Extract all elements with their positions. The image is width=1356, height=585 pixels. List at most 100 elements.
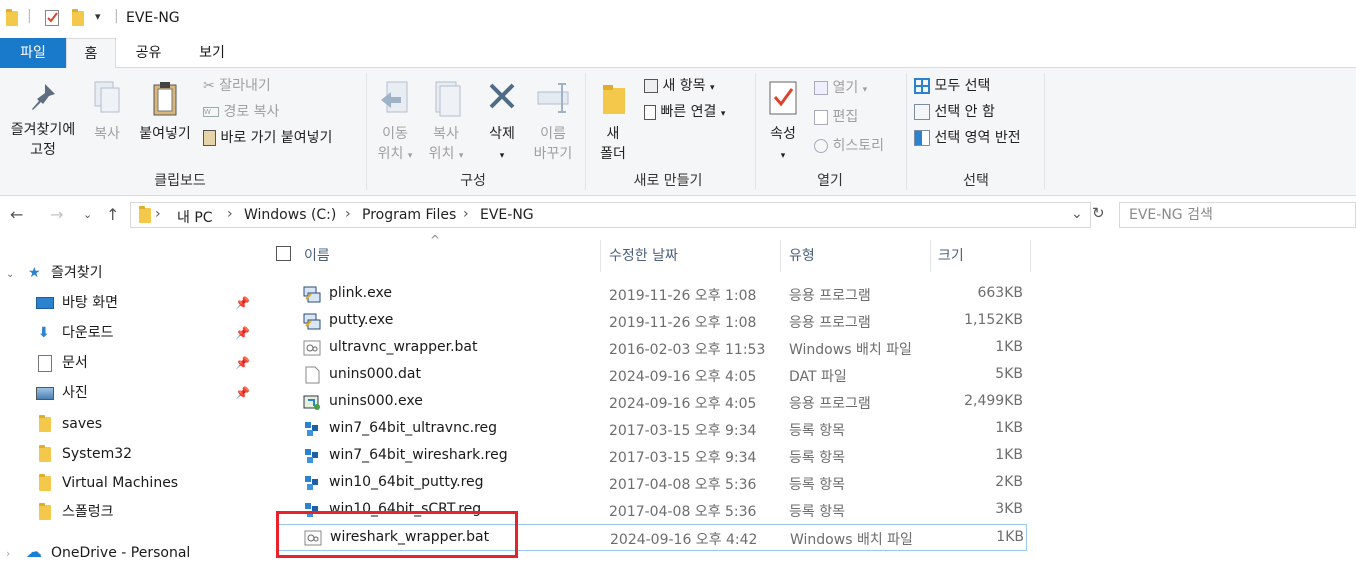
select-all-checkbox[interactable] xyxy=(276,246,291,261)
ribbon: 즐겨찾기에 고정 복사 붙여넣기 ✂ 잘라내기 W 경로 복사 바로 가기 붙여… xyxy=(0,68,1356,196)
pin-to-quick-access-button[interactable]: 즐겨찾기에 고정 xyxy=(4,80,82,160)
file-row[interactable]: unins000.dat 2024-09-16 오후 4:05 DAT 파일 5KB xyxy=(276,362,1027,389)
chevron-down-icon[interactable]: ⌄ xyxy=(6,269,14,280)
invert-selection-icon xyxy=(914,130,930,146)
window-title: EVE-NG xyxy=(126,10,180,26)
back-arrow-icon[interactable]: ← xyxy=(10,205,23,224)
copy-to-button[interactable]: 복사 위치 ▾ xyxy=(422,80,470,166)
scissors-icon: ✂ xyxy=(203,78,215,94)
nav-item-saves[interactable]: saves xyxy=(36,412,258,436)
address-bar[interactable]: › 내 PC › Windows (C:) › Program Files › … xyxy=(130,202,1091,228)
file-size: 1KB xyxy=(996,529,1024,545)
breadcrumb-windows-c[interactable]: Windows (C:) xyxy=(244,207,336,223)
refresh-icon[interactable]: ↻ xyxy=(1092,204,1112,228)
file-date: 2016-02-03 오후 11:53 xyxy=(609,342,766,358)
file-type: DAT 파일 xyxy=(789,369,847,385)
copy-path-button[interactable]: W 경로 복사 xyxy=(203,102,279,122)
nav-item-downloads[interactable]: ⬇ 다운로드 📌 xyxy=(36,321,258,345)
edit-button[interactable]: 편집 xyxy=(814,107,858,127)
group-label-new: 새로 만들기 xyxy=(633,173,703,189)
cut-button[interactable]: ✂ 잘라내기 xyxy=(203,76,271,96)
chevron-down-icon: ▾ xyxy=(720,109,726,119)
column-header-name[interactable]: 이름 xyxy=(304,245,330,265)
navigation-pane: ⌄ ★ 즐겨찾기 바탕 화면 📌 ⬇ 다운로드 📌 문서 📌 사진 📌 save… xyxy=(0,235,262,585)
chevron-down-icon: ▾ xyxy=(458,151,464,161)
pin-icon[interactable]: 📌 xyxy=(235,321,250,345)
folder-icon xyxy=(39,474,51,491)
file-date: 2017-04-08 오후 5:36 xyxy=(609,477,757,493)
column-header-size[interactable]: 크기 xyxy=(938,245,964,265)
file-row[interactable]: win7_64bit_ultravnc.reg 2017-03-15 오후 9:3… xyxy=(276,416,1027,443)
breadcrumb-chevron-icon[interactable]: › xyxy=(227,206,233,222)
tab-view[interactable]: 보기 xyxy=(187,38,237,68)
putty-icon xyxy=(302,311,322,335)
nav-onedrive[interactable]: › ☁ OneDrive - Personal xyxy=(6,541,258,565)
file-row[interactable]: win7_64bit_wireshark.reg 2017-03-15 오후 9:… xyxy=(276,443,1027,470)
file-type: 응용 프로그램 xyxy=(789,288,871,304)
tab-share[interactable]: 공유 xyxy=(126,38,171,68)
breadcrumb-this-pc[interactable]: 내 PC xyxy=(177,207,213,227)
copy-button[interactable]: 복사 xyxy=(88,80,126,144)
move-to-button[interactable]: 이동 위치 ▾ xyxy=(372,80,418,166)
chevron-right-icon[interactable]: › xyxy=(6,547,10,560)
new-folder-quick-icon[interactable] xyxy=(72,9,84,26)
file-row[interactable]: plink.exe 2019-11-26 오후 1:08 응용 프로그램 663KB xyxy=(276,281,1027,308)
star-icon: ★ xyxy=(28,265,41,281)
paste-shortcut-button[interactable]: 바로 가기 붙여넣기 xyxy=(203,128,332,148)
file-type: 등록 항목 xyxy=(789,477,845,493)
new-item-button[interactable]: 새 항목 ▾ xyxy=(644,76,715,98)
breadcrumb-program-files[interactable]: Program Files xyxy=(362,207,456,223)
up-arrow-icon[interactable]: ↑ xyxy=(106,205,119,224)
forward-arrow-icon[interactable]: → xyxy=(50,205,63,224)
column-header-type[interactable]: 유형 xyxy=(789,245,815,265)
file-date: 2024-09-16 오후 4:05 xyxy=(609,369,757,385)
nav-item-system32[interactable]: System32 xyxy=(36,442,258,466)
file-type: 응용 프로그램 xyxy=(789,315,871,331)
rename-icon xyxy=(537,83,569,113)
nav-item-pictures[interactable]: 사진 📌 xyxy=(36,381,258,405)
delete-button[interactable]: 삭제 ▾ xyxy=(480,80,524,166)
file-row[interactable]: putty.exe 2019-11-26 오후 1:08 응용 프로그램 1,152K… xyxy=(276,308,1027,335)
file-date: 2017-03-15 오후 9:34 xyxy=(609,423,757,439)
pin-icon[interactable]: 📌 xyxy=(235,351,250,375)
nav-item-splunk[interactable]: 스폴렁크 xyxy=(36,500,258,524)
group-label-open: 열기 xyxy=(817,173,843,189)
pin-icon[interactable]: 📌 xyxy=(235,381,250,405)
history-button[interactable]: 히스토리 xyxy=(814,136,884,156)
nav-item-virtual-machines[interactable]: Virtual Machines xyxy=(36,471,258,495)
nav-item-desktop[interactable]: 바탕 화면 📌 xyxy=(36,291,258,315)
properties-quick-icon[interactable] xyxy=(45,10,59,26)
file-row[interactable]: win10_64bit_putty.reg 2017-04-08 오후 5:36 등… xyxy=(276,470,1027,497)
properties-button[interactable]: 속성 ▾ xyxy=(762,80,804,166)
open-button[interactable]: 열기 ▾ xyxy=(814,78,867,100)
registry-file-icon xyxy=(302,473,322,497)
pin-icon[interactable]: 📌 xyxy=(235,291,250,315)
invert-selection-button[interactable]: 선택 영역 반전 xyxy=(914,128,1021,148)
quick-access-dropdown-icon[interactable]: ▾ xyxy=(95,10,101,23)
file-name: win7_64bit_ultravnc.reg xyxy=(329,420,498,436)
new-folder-button[interactable]: 새 폴더 xyxy=(592,80,634,164)
nav-item-documents[interactable]: 문서 📌 xyxy=(36,351,258,375)
pin-label-2: 고정 xyxy=(30,142,56,158)
column-header-date[interactable]: 수정한 날짜 xyxy=(609,245,678,265)
paste-label: 붙여넣기 xyxy=(139,126,191,142)
file-name: putty.exe xyxy=(329,312,394,328)
tab-file[interactable]: 파일 xyxy=(0,38,66,68)
rename-button[interactable]: 이름 바꾸기 xyxy=(528,80,578,164)
breadcrumb-eve-ng[interactable]: EVE-NG xyxy=(480,207,534,223)
easy-access-button[interactable]: 빠른 연결 ▾ xyxy=(644,102,725,124)
recent-locations-chevron-icon[interactable]: ⌄ xyxy=(83,208,92,221)
select-none-button[interactable]: 선택 안 함 xyxy=(914,102,995,122)
select-all-button[interactable]: 모두 선택 xyxy=(914,76,990,96)
paste-button[interactable]: 붙여넣기 xyxy=(134,80,196,144)
breadcrumb-chevron-icon[interactable]: › xyxy=(155,206,161,222)
nav-quick-access[interactable]: ⌄ ★ 즐겨찾기 xyxy=(6,261,258,285)
file-row[interactable]: ultravnc_wrapper.bat 2016-02-03 오후 11:53 W… xyxy=(276,335,1027,362)
breadcrumb-chevron-icon[interactable]: › xyxy=(463,206,469,222)
tab-home[interactable]: 홈 xyxy=(66,38,116,69)
search-input[interactable]: EVE-NG 검색 xyxy=(1119,202,1356,228)
address-history-chevron-icon[interactable]: ⌄ xyxy=(1071,206,1083,222)
paste-shortcut-icon xyxy=(203,130,216,146)
file-row[interactable]: unins000.exe 2024-09-16 오후 4:05 응용 프로그램 2,4… xyxy=(276,389,1027,416)
breadcrumb-chevron-icon[interactable]: › xyxy=(345,206,351,222)
